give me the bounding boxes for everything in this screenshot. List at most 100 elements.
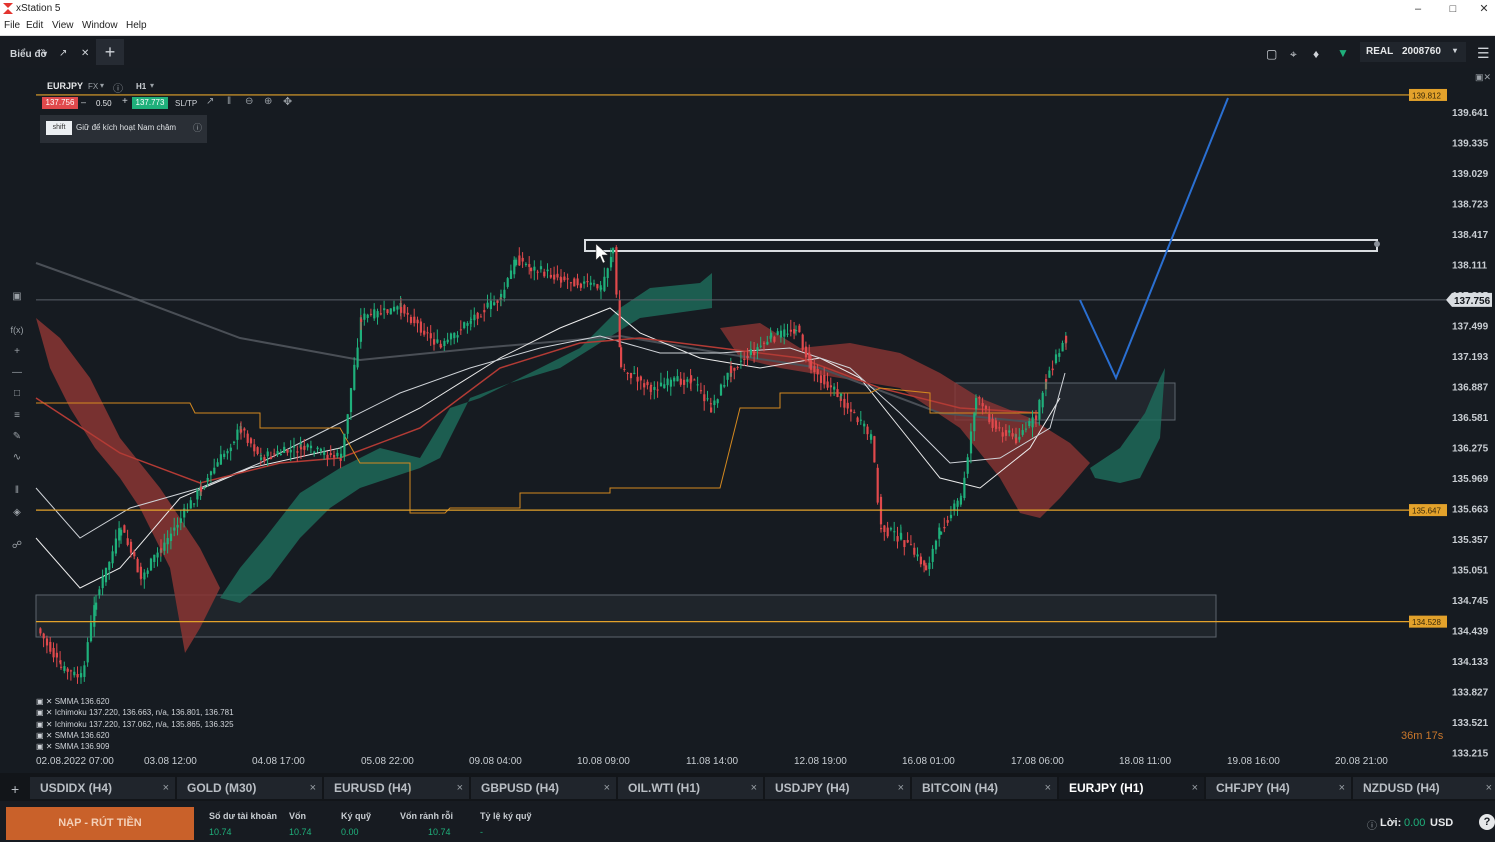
- lot-size[interactable]: 0.50: [96, 99, 112, 108]
- indicator-item[interactable]: ▣ ✕ SMMA 136.909: [36, 741, 234, 752]
- tab-chfjpy-h4[interactable]: CHFJPY (H4) ×: [1206, 777, 1351, 799]
- indicator-item[interactable]: ▣ ✕ Ichimoku 137.220, 137.062, n/a, 135.…: [36, 719, 234, 730]
- account-selector[interactable]: REAL 2008760 ▾: [1360, 42, 1466, 62]
- candle-body: [403, 305, 406, 314]
- candle-body: [209, 471, 213, 476]
- candle-body: [136, 558, 139, 573]
- close-tab-icon[interactable]: ×: [457, 777, 463, 799]
- candle-body: [249, 438, 253, 444]
- candle-body: [111, 551, 114, 564]
- menu-view[interactable]: View: [52, 20, 74, 31]
- timeframe-selector[interactable]: H1: [136, 82, 146, 91]
- zoom-out-icon[interactable]: ⊖: [245, 96, 253, 107]
- layout-icon[interactable]: ▢: [1266, 47, 1277, 61]
- indicator-item[interactable]: ▣ ✕ Ichimoku 137.220, 136.663, n/a, 136.…: [36, 707, 234, 718]
- candle-body: [1028, 421, 1031, 426]
- candle-body: [369, 313, 373, 315]
- zoom-in-icon[interactable]: ⊕: [264, 96, 272, 107]
- add-tab-button[interactable]: +: [11, 781, 19, 797]
- close-tab-icon[interactable]: ×: [1192, 777, 1198, 799]
- price-chart[interactable]: 139.641 139.335 139.029 138.723 138.417 138.1…: [0, 68, 1495, 773]
- lot-decrease-button[interactable]: –: [81, 97, 86, 107]
- deposit-withdraw-button[interactable]: NẠP - RÚT TIỀN: [6, 807, 194, 840]
- candle-body: [808, 352, 811, 360]
- tab-eurusd-h4[interactable]: EURUSD (H4) ×: [324, 777, 469, 799]
- function-tool-icon[interactable]: f(x): [10, 323, 24, 337]
- candle-body: [699, 390, 703, 392]
- candle-body: [618, 299, 621, 348]
- pencil-tool-icon[interactable]: ✎: [10, 430, 24, 444]
- price-tick-label: 138.417: [1452, 230, 1489, 241]
- close-tab-icon[interactable]: ×: [751, 777, 757, 799]
- candle-body: [226, 450, 229, 454]
- tab-gbpusd-h4[interactable]: GBPUSD (H4) ×: [471, 777, 616, 799]
- bell-icon[interactable]: ♦: [1313, 47, 1319, 61]
- help-icon[interactable]: ?: [1479, 814, 1495, 830]
- projection-line: [1079, 97, 1229, 381]
- indicator-tool-icon[interactable]: ‖: [10, 484, 24, 498]
- close-tab-icon[interactable]: ×: [898, 777, 904, 799]
- candle-body: [636, 376, 639, 382]
- tab-nzdusd-h4[interactable]: NZDUSD (H4) ×: [1353, 777, 1495, 799]
- chart-menu-chevron-icon[interactable]: ▾: [43, 49, 47, 58]
- signal-icon[interactable]: ⌖: [1290, 47, 1297, 62]
- sltp-button[interactable]: SL/TP: [175, 99, 197, 108]
- bars-icon[interactable]: ‖: [227, 96, 231, 107]
- menu-help[interactable]: Help: [126, 20, 147, 31]
- candle-body: [859, 419, 862, 421]
- crosshair-icon[interactable]: ✥: [283, 95, 292, 108]
- chart-area[interactable]: 139.641 139.335 139.029 138.723 138.417 138.1…: [0, 68, 1495, 773]
- close-tab-icon[interactable]: ×: [163, 777, 169, 799]
- chart-symbol[interactable]: EURJPY: [47, 81, 83, 91]
- candle-body: [389, 308, 392, 315]
- candle-body: [829, 385, 832, 388]
- line-tool-icon[interactable]: —: [10, 366, 24, 380]
- add-chart-button[interactable]: +: [96, 39, 124, 65]
- hamburger-menu-icon[interactable]: ☰: [1477, 45, 1490, 62]
- lot-increase-button[interactable]: +: [122, 96, 128, 107]
- candle-body: [606, 268, 609, 279]
- sell-price-button[interactable]: 137.756: [42, 97, 78, 109]
- tab-gold-m30[interactable]: GOLD (M30) ×: [177, 777, 322, 799]
- rectangle-tool-icon[interactable]: □: [10, 387, 24, 401]
- close-tab-icon[interactable]: ×: [604, 777, 610, 799]
- tab-bitcoin-h4[interactable]: BITCOIN (H4) ×: [912, 777, 1057, 799]
- wave-tool-icon[interactable]: ∿: [10, 451, 24, 465]
- cursor-tool-icon[interactable]: ▣: [10, 290, 24, 304]
- candle-body: [756, 347, 759, 351]
- equity-label: Vốn: [289, 811, 306, 821]
- close-tab-icon[interactable]: ×: [1045, 777, 1051, 799]
- profit-info-icon[interactable]: ⓘ: [1367, 817, 1377, 832]
- layers-tool-icon[interactable]: ◈: [10, 506, 24, 520]
- close-window-button[interactable]: ✕: [1473, 1, 1495, 17]
- indicator-item[interactable]: ▣ ✕ SMMA 136.620: [36, 730, 234, 741]
- minimize-button[interactable]: –: [1403, 1, 1433, 17]
- line-chart-icon[interactable]: ↗: [206, 96, 214, 107]
- close-tab-icon[interactable]: ×: [310, 777, 316, 799]
- tab-usdjpy-h4[interactable]: USDJPY (H4) ×: [765, 777, 910, 799]
- popout-icon[interactable]: ↗: [59, 48, 67, 59]
- candle-body: [69, 670, 73, 672]
- menu-file[interactable]: File: [4, 20, 20, 31]
- close-tab-icon[interactable]: ×: [1339, 777, 1345, 799]
- close-tab-icon[interactable]: ×: [1486, 777, 1492, 799]
- timeframe-chevron-icon[interactable]: ▾: [150, 81, 154, 90]
- market-chevron-icon[interactable]: ▾: [100, 81, 104, 90]
- tab-oil-wti-h1[interactable]: OIL.WTI (H1) ×: [618, 777, 763, 799]
- maximize-button[interactable]: □: [1438, 1, 1468, 17]
- tab-eurjpy-h1[interactable]: EURJPY (H1) ×: [1059, 777, 1204, 799]
- info-icon[interactable]: ⓘ: [113, 80, 123, 95]
- menu-window[interactable]: Window: [82, 20, 118, 31]
- buy-price-button[interactable]: 137.773: [132, 97, 168, 109]
- close-chart-icon[interactable]: ✕: [81, 48, 89, 59]
- currency-label: USD: [1430, 817, 1454, 829]
- indicator-item[interactable]: ▣ ✕ SMMA 136.620: [36, 696, 234, 707]
- share-tool-icon[interactable]: ☍: [10, 539, 24, 553]
- crosshair-tool-icon[interactable]: +: [10, 345, 24, 359]
- tab-usdidx-h4[interactable]: USDIDX (H4) ×: [30, 777, 175, 799]
- chart-settings-icon[interactable]: ▣✕: [1475, 72, 1491, 83]
- menu-edit[interactable]: Edit: [26, 20, 43, 31]
- chart-menu-button[interactable]: Biểu đồ: [10, 49, 47, 60]
- fibonacci-tool-icon[interactable]: ≡: [10, 409, 24, 423]
- candle-body: [213, 467, 216, 474]
